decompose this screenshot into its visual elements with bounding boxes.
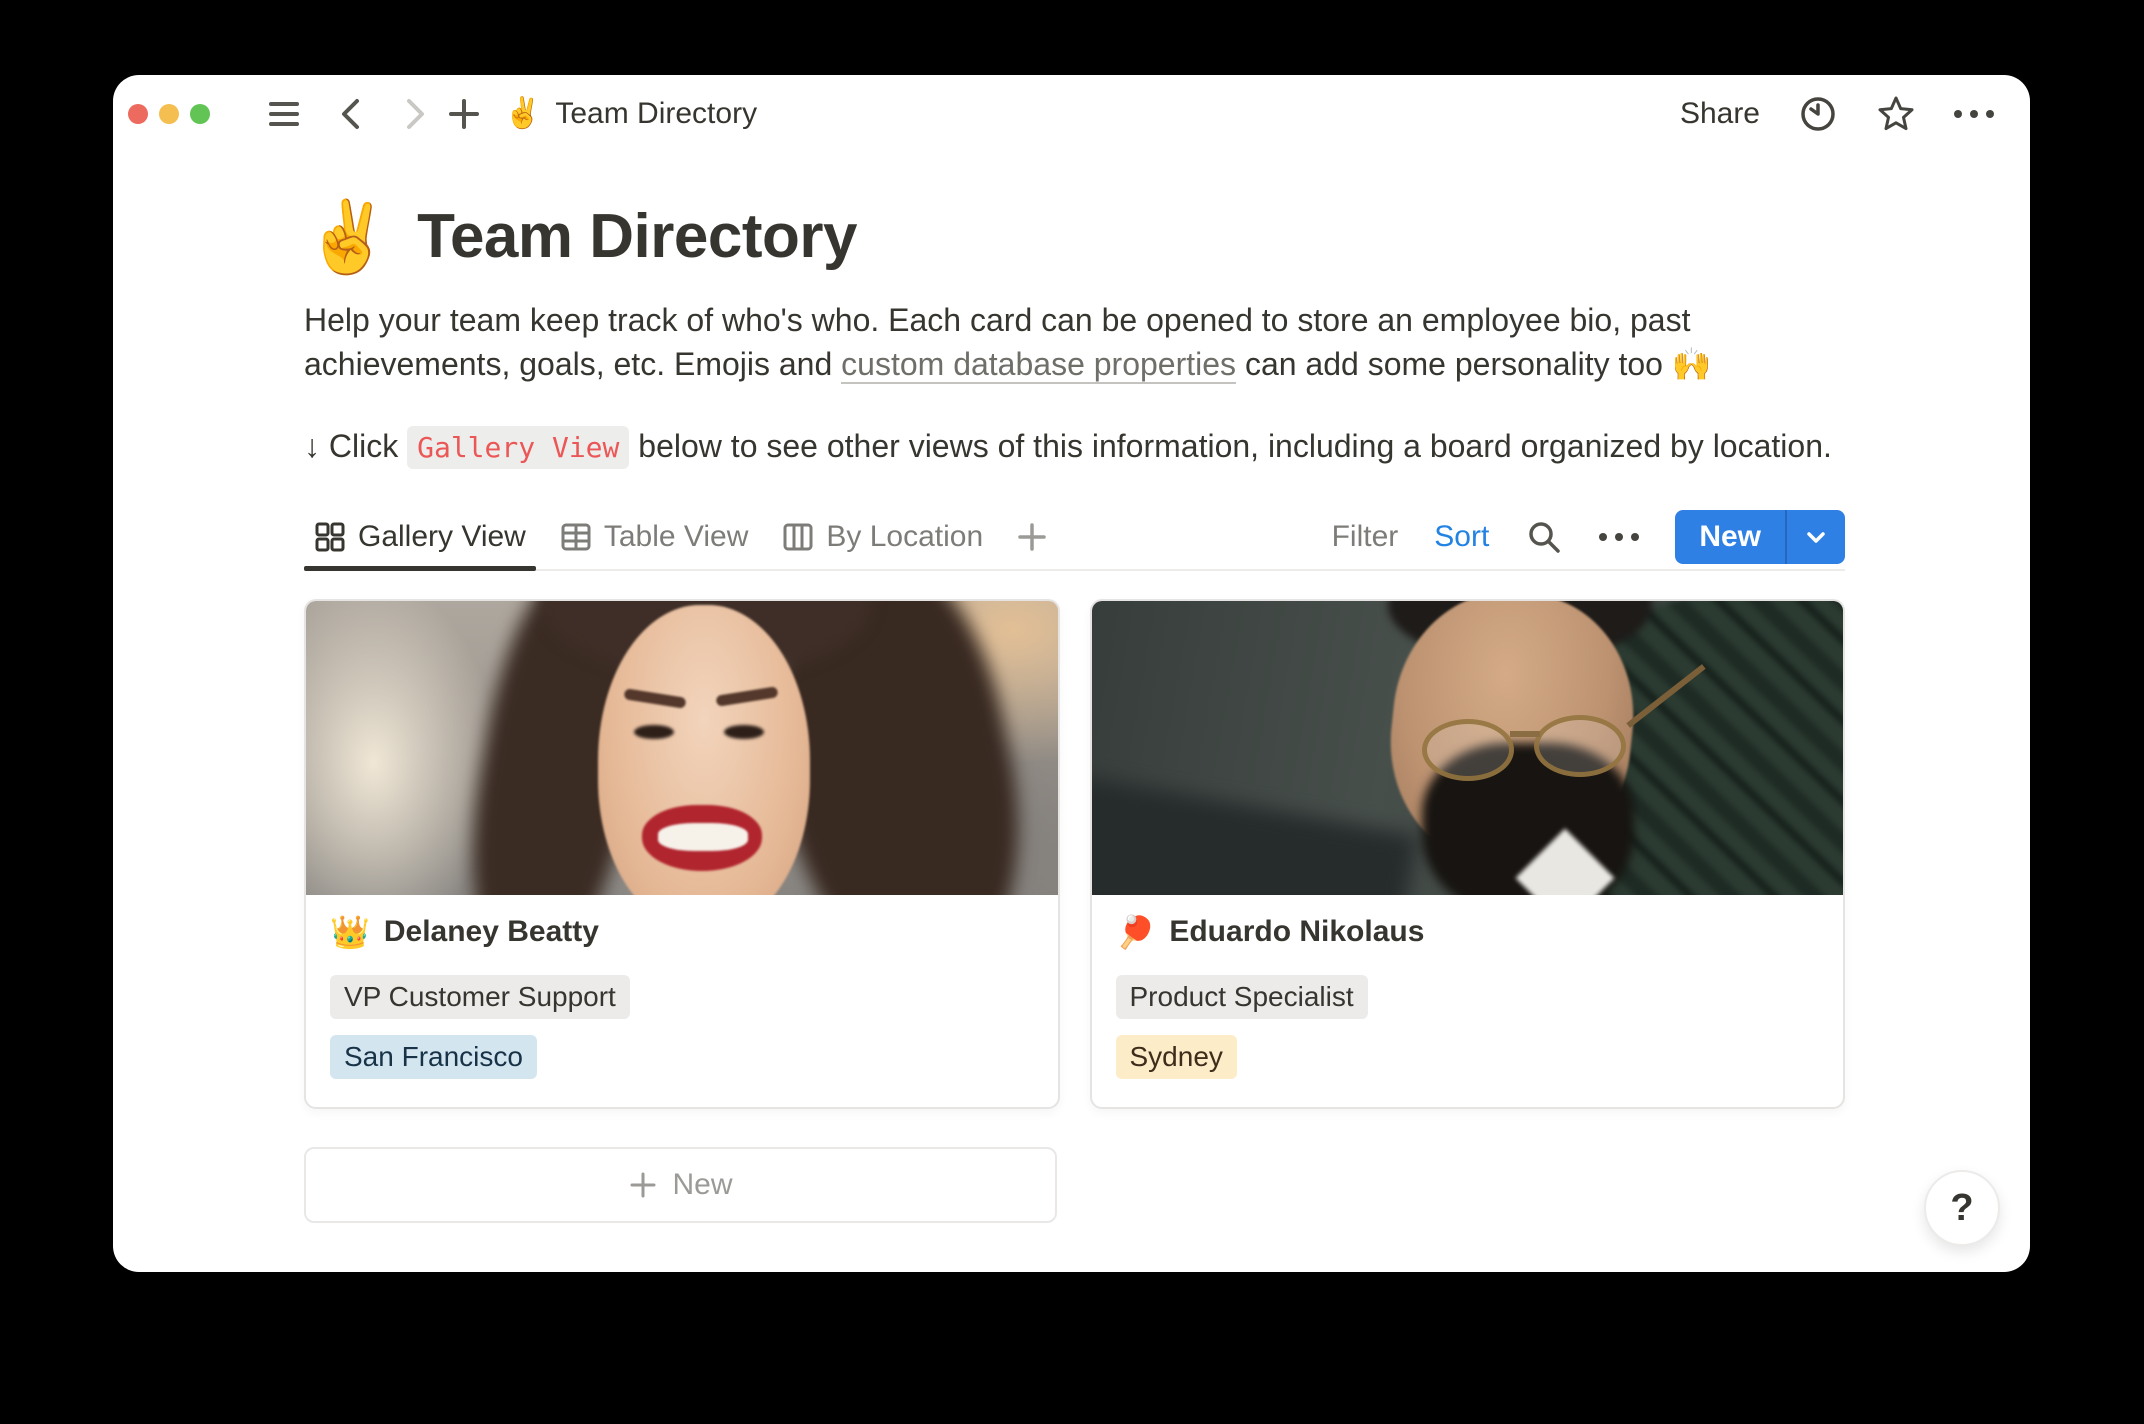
- view-more-options-icon[interactable]: [1599, 515, 1639, 559]
- favorite-star-icon[interactable]: [1876, 92, 1916, 136]
- card-eduardo-nikolaus[interactable]: 🏓 Eduardo Nikolaus Product Specialist Sy…: [1090, 599, 1846, 1109]
- more-options-icon[interactable]: [1954, 92, 1994, 136]
- tab-gallery-view[interactable]: Gallery View: [304, 505, 536, 569]
- new-tab-icon[interactable]: [446, 92, 482, 136]
- page-content: ✌️ Team Directory Help your team keep tr…: [304, 153, 1845, 1223]
- photo-delaney-beatty: [306, 601, 1058, 895]
- card-delaney-beatty[interactable]: 👑 Delaney Beatty VP Customer Support San…: [304, 599, 1060, 1109]
- sort-button[interactable]: Sort: [1434, 520, 1489, 554]
- desktop-background: ✌️ Team Directory Share ✌️ Team Director…: [0, 0, 2144, 1424]
- new-record-button-group: New: [1675, 510, 1845, 564]
- back-icon[interactable]: [332, 92, 368, 136]
- gallery-view-hint: ↓ Click Gallery View below to see other …: [304, 428, 1845, 465]
- notion-window: ✌️ Team Directory Share ✌️ Team Director…: [113, 75, 2030, 1272]
- tab-table-view[interactable]: Table View: [550, 505, 759, 569]
- custom-database-properties-link[interactable]: custom database properties: [841, 346, 1236, 384]
- table-view-icon: [560, 521, 592, 553]
- page-header: ✌️ Team Directory: [304, 201, 1845, 272]
- search-icon[interactable]: [1525, 515, 1563, 559]
- help-button[interactable]: ?: [1924, 1170, 2000, 1246]
- gallery-view-icon: [314, 521, 346, 553]
- employee-name-row: 🏓 Eduardo Nikolaus: [1116, 915, 1820, 949]
- sidebar-toggle-icon[interactable]: [266, 92, 302, 136]
- tab-label: Table View: [604, 520, 749, 554]
- location-tag: San Francisco: [330, 1035, 537, 1079]
- window-controls: [128, 104, 210, 124]
- location-tag: Sydney: [1116, 1035, 1237, 1079]
- board-view-icon: [782, 521, 814, 553]
- card-body: 🏓 Eduardo Nikolaus Product Specialist Sy…: [1092, 895, 1844, 1107]
- tab-label: By Location: [826, 520, 983, 554]
- add-view-button[interactable]: [1007, 505, 1057, 569]
- tab-label: Gallery View: [358, 520, 526, 554]
- hint-text-2: below to see other views of this informa…: [629, 428, 1831, 464]
- employee-name: Delaney Beatty: [384, 915, 599, 949]
- page-emoji-small: ✌️: [504, 99, 541, 129]
- share-button[interactable]: Share: [1680, 97, 1760, 131]
- photo-eduardo-nikolaus: [1092, 601, 1844, 895]
- role-tag: VP Customer Support: [330, 975, 630, 1019]
- view-tabs-bar: Gallery View Table View By Location: [304, 505, 1845, 571]
- new-record-dropdown-icon[interactable]: [1785, 510, 1845, 564]
- plus-icon: [628, 1170, 658, 1200]
- filter-button[interactable]: Filter: [1332, 520, 1399, 554]
- crown-emoji-icon: 👑: [330, 916, 370, 948]
- page-emoji-icon[interactable]: ✌️: [304, 202, 391, 272]
- employee-name-row: 👑 Delaney Beatty: [330, 915, 1034, 949]
- minimize-window-button[interactable]: [159, 104, 179, 124]
- gallery-grid: 👑 Delaney Beatty VP Customer Support San…: [304, 599, 1845, 1109]
- page-title[interactable]: Team Directory: [417, 201, 857, 272]
- card-body: 👑 Delaney Beatty VP Customer Support San…: [306, 895, 1058, 1107]
- hint-text-1: ↓ Click: [304, 428, 407, 464]
- titlebar-actions: Share: [1680, 92, 1994, 136]
- ping-pong-emoji-icon: 🏓: [1116, 916, 1156, 948]
- add-new-card-button[interactable]: New: [304, 1147, 1057, 1223]
- view-controls: Filter Sort New: [1332, 510, 1845, 564]
- add-new-card-label: New: [672, 1168, 732, 1202]
- zoom-window-button[interactable]: [190, 104, 210, 124]
- window-titlebar: ✌️ Team Directory Share: [113, 75, 2030, 153]
- description-text-2: can add some personality too 🙌: [1236, 346, 1712, 382]
- close-window-button[interactable]: [128, 104, 148, 124]
- history-clock-icon[interactable]: [1798, 92, 1838, 136]
- employee-name: Eduardo Nikolaus: [1169, 915, 1424, 949]
- gallery-view-code-tag: Gallery View: [407, 426, 629, 469]
- page-description: Help your team keep track of who's who. …: [304, 298, 1784, 386]
- new-record-button[interactable]: New: [1675, 510, 1785, 564]
- breadcrumb-page-title[interactable]: Team Directory: [555, 97, 757, 131]
- role-tag: Product Specialist: [1116, 975, 1368, 1019]
- forward-icon[interactable]: [398, 92, 434, 136]
- tab-by-location[interactable]: By Location: [772, 505, 993, 569]
